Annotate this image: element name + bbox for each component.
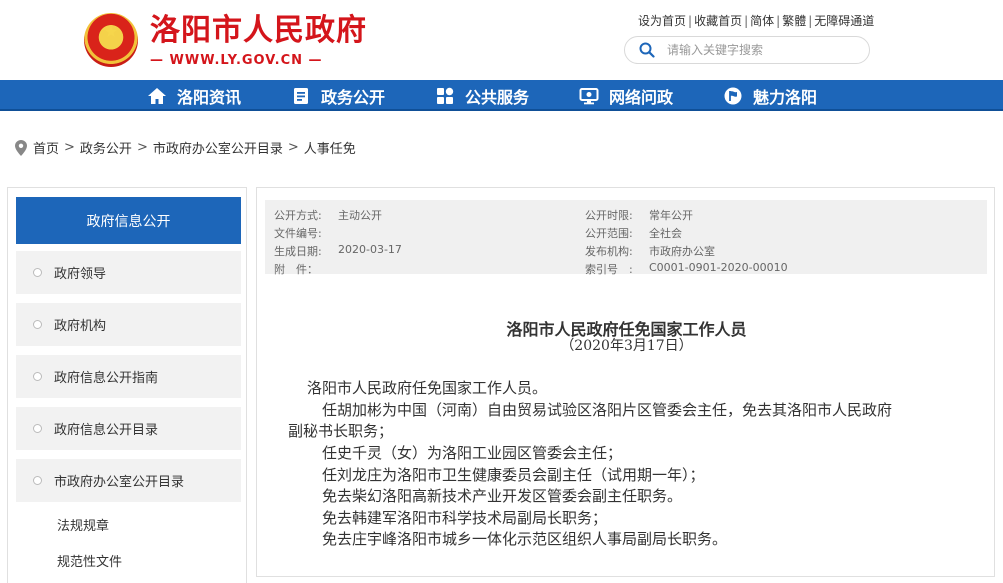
article-paragraph: 任胡加彬为中国（河南）自由贸易试验区洛阳片区管委会主任，免去其洛阳市人民政府 [322,401,893,419]
article-paragraph: 免去庄宇峰洛阳市城乡一体化示范区组织人事局副局长职务。 [322,530,728,548]
bullet-icon [33,372,42,381]
nav-item-government-affairs[interactable]: 政务公开 [291,80,385,111]
nav-item-luoyang-news[interactable]: 洛阳资讯 [147,80,241,111]
nav-label: 洛阳资讯 [177,87,242,107]
set-homepage-link[interactable]: 设为首页 [638,14,686,28]
traditional-chinese-link[interactable]: 繁體 [782,14,806,28]
bullet-icon [33,476,42,485]
site-url: — WWW.LY.GOV.CN — [150,53,323,68]
sidebar-subitem-normative-documents[interactable]: 规范性文件 [57,551,122,570]
nav-label: 魅力洛阳 [753,87,818,107]
meta-generation-date: 生成日期: 2020-03-17 [274,243,402,258]
meta-document-number: 文件编号: [274,227,322,240]
site-title[interactable]: 洛阳市人民政府 [150,12,367,50]
sidebar-title: 政府信息公开 [16,197,241,244]
sidebar-item-label: 政府领导 [54,267,107,282]
meta-index-number: 索引号 : C0001-0901-2020-00010 [585,261,788,276]
sidebar-subitem-regulations[interactable]: 法规规章 [57,515,109,534]
meta-disclosure-scope: 公开范围: 全社会 [585,227,682,240]
search-box[interactable] [624,36,870,64]
nav-label: 网络问政 [609,87,674,107]
monitor-icon [579,87,599,104]
sidebar-item-label: 政府信息公开指南 [54,371,159,386]
meta-disclosure-period: 公开时限: 常年公开 [585,209,693,222]
grid-icon [437,87,454,104]
bookmark-link[interactable]: 收藏首页 [694,14,742,28]
flag-icon [724,87,742,104]
site-header: ★ 洛阳市人民政府 — WWW.LY.GOV.CN — 设为首页 | 收藏首页 | 简体… [0,0,1003,80]
bullet-icon [33,424,42,433]
breadcrumb-government-affairs[interactable]: 政务公开 [80,138,132,157]
breadcrumb-current-page[interactable]: 人事任免 [304,138,356,157]
sidebar-item-government-leaders[interactable]: 政府领导 [16,251,241,294]
article-paragraph: 洛阳市人民政府任免国家工作人员。 [307,379,548,397]
meta-publishing-agency: 发布机构: 市政府办公室 [585,245,715,258]
breadcrumb: 首页 > 政务公开 > 市政府办公室公开目录 > 人事任免 [15,138,356,157]
nav-item-charm-luoyang[interactable]: 魅力洛阳 [723,80,817,111]
search-input[interactable] [667,41,857,59]
sidebar-item-label: 市政府办公室公开目录 [54,475,185,490]
sidebar-item-label: 政府信息公开目录 [54,423,159,438]
document-icon [294,87,308,104]
breadcrumb-office-directory[interactable]: 市政府办公室公开目录 [153,138,283,157]
document-metadata: 公开方式: 主动公开 文件编号: 生成日期: 2020-03-17 附 件： 公开时… [265,200,987,276]
accessibility-link[interactable]: 无障碍通道 [814,14,874,28]
nav-label: 公共服务 [465,87,530,107]
meta-disclosure-method: 公开方式: 主动公开 [274,209,382,222]
article-paragraph: 任史千灵（女）为洛阳工业园区管委会主任； [322,444,623,462]
article-date: （2020年3月17日） [560,338,693,354]
nav-label: 政务公开 [321,87,386,107]
article-paragraph: 免去韩建军洛阳市科学技术局副局长职务； [322,509,608,527]
article-paragraph: 副秘书长职务； [288,422,394,440]
national-emblem-logo: ★ [84,13,138,67]
top-links: 设为首页 | 收藏首页 | 简体 | 繁體 | 无障碍通道 [638,14,875,28]
bullet-icon [33,268,42,277]
simplified-chinese-link[interactable]: 简体 [750,14,774,28]
breadcrumb-home[interactable]: 首页 [33,138,59,157]
home-icon [148,87,166,104]
nav-item-online-inquiry[interactable]: 网络问政 [579,80,673,111]
article-paragraph: 任刘龙庄为洛阳市卫生健康委员会副主任（试用期一年）； [322,466,705,484]
article-panel: 公开方式: 主动公开 文件编号: 生成日期: 2020-03-17 附 件： 公开时… [256,187,995,577]
sidebar: 政府信息公开 政府领导 政府机构 政府信息公开指南 政府信息公开目录 市政府办公… [7,187,247,583]
sidebar-item-label: 政府机构 [54,319,107,334]
main-nav: 洛阳资讯 政务公开 公共服务 网络问政 魅力洛阳 [0,80,1003,111]
sidebar-item-disclosure-guide[interactable]: 政府信息公开指南 [16,355,241,398]
meta-attachment: 附 件： [274,263,318,276]
sidebar-item-office-directory[interactable]: 市政府办公室公开目录 [16,459,241,502]
sidebar-item-government-agencies[interactable]: 政府机构 [16,303,241,346]
bullet-icon [33,320,42,329]
location-pin-icon [15,139,27,156]
nav-item-public-service[interactable]: 公共服务 [435,80,529,111]
sidebar-item-disclosure-directory[interactable]: 政府信息公开目录 [16,407,241,450]
search-icon[interactable] [639,42,655,58]
article-paragraph: 免去柴幻洛阳高新技术产业开发区管委会副主任职务。 [322,487,683,505]
